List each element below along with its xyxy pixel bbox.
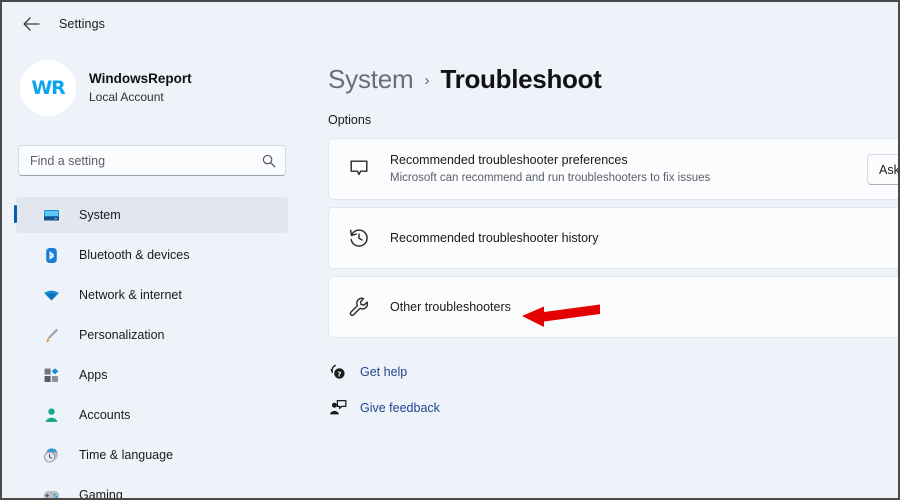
account-block[interactable]: WR WindowsReport Local Account: [20, 60, 302, 116]
wrench-icon: [347, 295, 371, 319]
link-get-help[interactable]: ? Get help: [328, 358, 898, 386]
account-type: Local Account: [89, 89, 192, 106]
card-text: Recommended troubleshooter history: [390, 230, 598, 247]
sidebar-item-system[interactable]: System: [16, 197, 288, 233]
clock-globe-icon: [42, 446, 60, 464]
sidebar-item-bluetooth-devices[interactable]: Bluetooth & devices: [16, 237, 288, 273]
avatar: WR: [20, 60, 76, 116]
link-give-feedback[interactable]: Give feedback: [328, 394, 898, 422]
card-other-troubleshooters[interactable]: Other troubleshooters: [328, 276, 898, 338]
svg-text:?: ?: [337, 369, 341, 378]
paintbrush-icon: [42, 326, 60, 344]
apps-grid-icon: [42, 366, 60, 384]
account-info: WindowsReport Local Account: [89, 70, 192, 106]
recommended-preferences-dropdown[interactable]: Ask m: [867, 154, 898, 185]
card-title: Recommended troubleshooter preferences: [390, 152, 710, 169]
sidebar-item-label: System: [79, 208, 121, 222]
card-title: Recommended troubleshooter history: [390, 230, 598, 247]
breadcrumb: System › Troubleshoot: [328, 64, 898, 95]
sidebar-item-label: Gaming: [79, 488, 123, 500]
sidebar-item-label: Personalization: [79, 328, 164, 342]
bluetooth-icon: [42, 246, 60, 264]
sidebar: WR WindowsReport Local Account Find a se…: [2, 46, 302, 500]
sidebar-item-label: Network & internet: [79, 288, 182, 302]
title-bar: Settings: [2, 2, 898, 46]
sidebar-nav: System Bluetooth & devices: [2, 197, 302, 500]
footer-links: ? Get help Give feedback: [328, 358, 898, 422]
sidebar-item-label: Bluetooth & devices: [79, 248, 190, 262]
sidebar-item-personalization[interactable]: Personalization: [16, 317, 288, 353]
card-recommended-troubleshooter-preferences[interactable]: Recommended troubleshooter preferences M…: [328, 138, 898, 200]
breadcrumb-parent[interactable]: System: [328, 64, 413, 95]
history-clock-icon: [347, 226, 371, 250]
dropdown-value: Ask m: [879, 163, 898, 177]
sidebar-item-apps[interactable]: Apps: [16, 357, 288, 393]
monitor-icon: [42, 206, 60, 224]
card-text: Recommended troubleshooter preferences M…: [390, 152, 710, 186]
person-icon: [42, 406, 60, 424]
search-placeholder: Find a setting: [30, 154, 262, 168]
back-button[interactable]: [16, 9, 46, 39]
card-text: Other troubleshooters: [390, 299, 511, 316]
card-title: Other troubleshooters: [390, 299, 511, 316]
card-recommended-troubleshooter-history[interactable]: Recommended troubleshooter history: [328, 207, 898, 269]
sidebar-item-label: Apps: [79, 368, 108, 382]
sidebar-item-time-language[interactable]: Time & language: [16, 437, 288, 473]
back-arrow-icon: [23, 17, 40, 31]
help-question-icon: ?: [328, 362, 348, 382]
gamepad-icon: [42, 486, 60, 500]
avatar-initials: WR: [31, 77, 64, 99]
account-name: WindowsReport: [89, 70, 192, 88]
sidebar-item-network-internet[interactable]: Network & internet: [16, 277, 288, 313]
options-card-list: Recommended troubleshooter preferences M…: [328, 138, 898, 338]
link-label: Give feedback: [360, 401, 440, 415]
page-title: Troubleshoot: [440, 64, 601, 95]
search-input[interactable]: Find a setting: [18, 145, 286, 176]
wifi-icon: [42, 286, 60, 304]
feedback-person-icon: [328, 398, 348, 418]
callout-bubble-icon: [347, 157, 371, 181]
sidebar-item-accounts[interactable]: Accounts: [16, 397, 288, 433]
sidebar-item-gaming[interactable]: Gaming: [16, 477, 288, 500]
settings-window: Settings WR WindowsReport Local Account …: [0, 0, 900, 500]
sidebar-item-label: Accounts: [79, 408, 130, 422]
link-label: Get help: [360, 365, 407, 379]
chevron-right-icon: ›: [424, 72, 429, 89]
search-icon: [262, 154, 276, 168]
sidebar-item-label: Time & language: [79, 448, 173, 462]
section-label: Options: [328, 113, 898, 127]
main-content: System › Troubleshoot Options Recommende…: [302, 46, 898, 500]
app-title: Settings: [59, 17, 105, 31]
card-subtitle: Microsoft can recommend and run troubles…: [390, 170, 710, 186]
